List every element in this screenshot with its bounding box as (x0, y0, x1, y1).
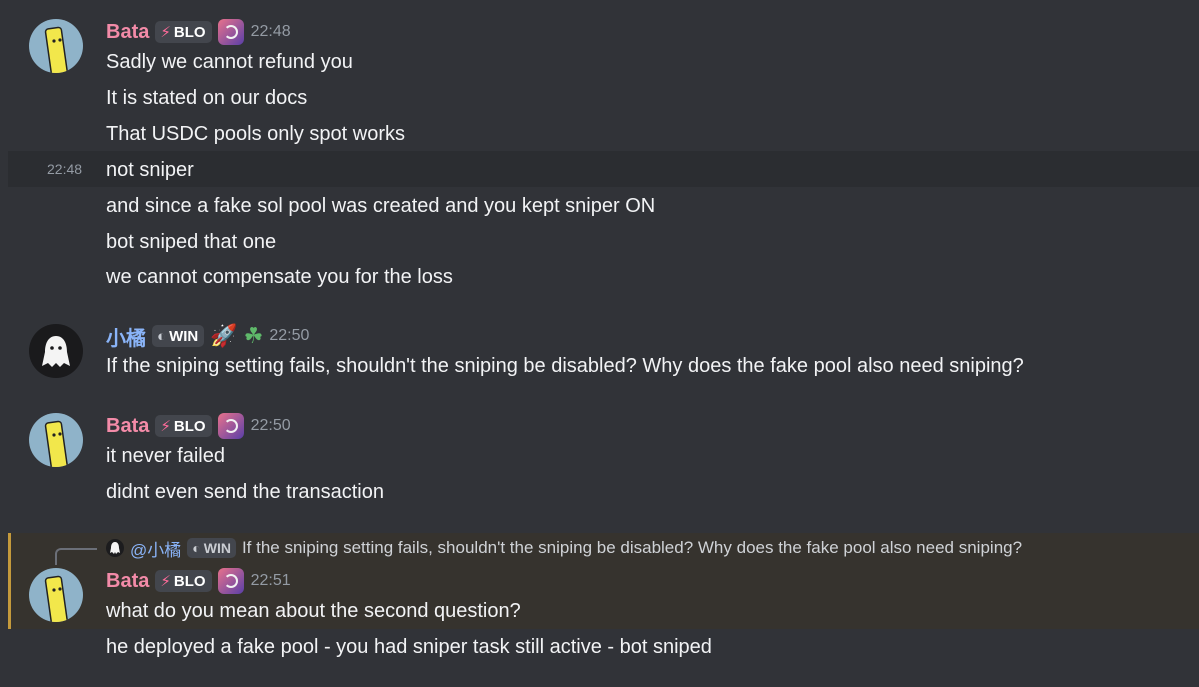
message-header: Bata ⚡ BLO 22:50 (106, 412, 291, 440)
guild-tag[interactable]: ◐ WIN (187, 538, 236, 558)
reply-avatar[interactable] (106, 539, 124, 557)
guild-tag-label: WIN (203, 540, 231, 556)
role-icon[interactable] (217, 568, 244, 594)
message-header: Bata ⚡ BLO 22:51 (106, 567, 291, 595)
message-line: Sadly we cannot refund you (106, 51, 353, 73)
moon-icon: ◐ (157, 327, 167, 345)
timestamp[interactable]: 22:48 (251, 23, 291, 41)
timestamp[interactable]: 22:50 (269, 327, 309, 345)
message-header: Bata ⚡ BLO 22:48 (106, 18, 291, 46)
author-name[interactable]: Bata (106, 21, 149, 44)
message-line: it never failed (106, 445, 225, 467)
message-line: didnt even send the transaction (106, 481, 384, 503)
guild-tag-label: BLO (173, 23, 206, 41)
message-line: That USDC pools only spot works (106, 123, 406, 145)
guild-tag-label: WIN (169, 327, 199, 345)
author-name[interactable]: Bata (106, 570, 149, 593)
rocket-icon[interactable]: 🚀 (210, 323, 237, 349)
avatar[interactable] (29, 568, 83, 622)
avatar[interactable] (29, 19, 83, 73)
bolt-icon: ⚡ (160, 24, 171, 41)
message-header: 小橘 ◐ WIN 🚀 ☘ 22:50 (106, 322, 309, 350)
reply-text[interactable]: If the sniping setting fails, shouldn't … (242, 538, 1022, 558)
bolt-icon: ⚡ (160, 418, 171, 435)
message-line: what do you mean about the second questi… (106, 600, 521, 622)
avatar[interactable] (29, 324, 83, 378)
message-line: If the sniping setting fails, shouldn't … (106, 355, 1024, 377)
guild-tag-label: BLO (173, 417, 206, 435)
message-line: It is stated on our docs (106, 87, 308, 109)
message-line: not sniper (106, 159, 194, 181)
clover-icon[interactable]: ☘ (244, 323, 264, 349)
role-icon[interactable] (217, 19, 244, 45)
reply-preview[interactable]: @小橘 ◐ WIN If the sniping setting fails, s… (106, 536, 1022, 560)
guild-tag-label: BLO (173, 572, 206, 590)
reply-spine (55, 548, 97, 565)
avatar[interactable] (29, 413, 83, 467)
message-line: and since a fake sol pool was created an… (106, 195, 656, 217)
bolt-icon: ⚡ (160, 573, 171, 590)
author-name[interactable]: 小橘 (106, 322, 146, 351)
guild-tag[interactable]: ◐ WIN (152, 325, 205, 347)
reply-mention[interactable]: @小橘 (130, 536, 181, 561)
guild-tag[interactable]: ⚡ BLO (155, 570, 212, 592)
author-name[interactable]: Bata (106, 415, 149, 438)
hover-timestamp[interactable]: 22:48 (47, 155, 82, 183)
timestamp[interactable]: 22:51 (251, 572, 291, 590)
message-line: bot sniped that one (106, 231, 277, 253)
message-line: we cannot compensate you for the loss (106, 266, 453, 288)
guild-tag[interactable]: ⚡ BLO (155, 21, 212, 43)
guild-tag[interactable]: ⚡ BLO (155, 415, 212, 437)
timestamp[interactable]: 22:50 (251, 417, 291, 435)
moon-icon: ◐ (192, 540, 201, 556)
message-line: he deployed a fake pool - you had sniper… (106, 636, 712, 658)
role-icon[interactable] (217, 413, 244, 439)
